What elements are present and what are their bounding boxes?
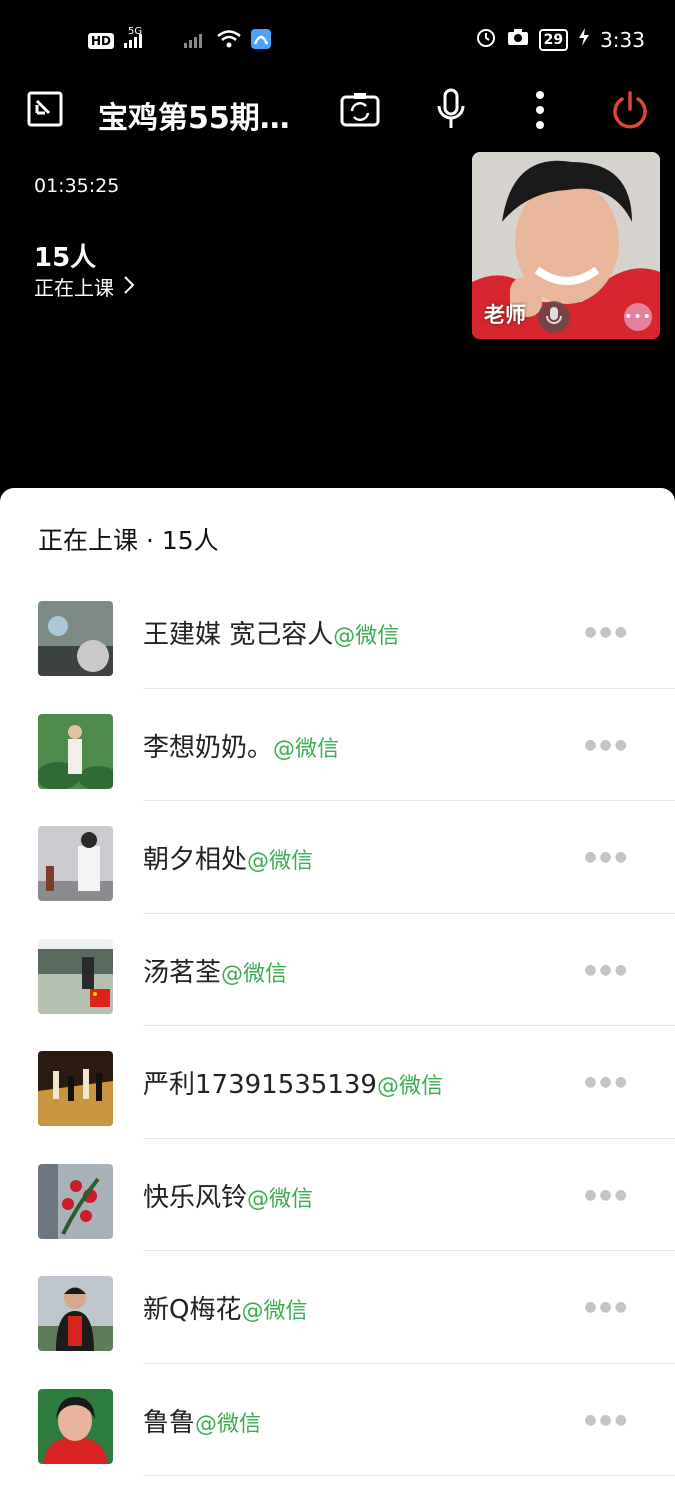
signal-2-icon	[182, 29, 208, 53]
more-horizontal-icon[interactable]: ●●●	[584, 1299, 630, 1315]
wechat-tag: @微信	[247, 849, 314, 874]
power-icon[interactable]	[610, 90, 650, 130]
participant-name: 鲁鲁@微信	[143, 1407, 262, 1438]
participant-sheet: 正在上课 · 15人 王建媒 宽己容人@微信 ●●● 李想奶奶。@微信 ●●● …	[0, 488, 675, 1500]
participant-name: 王建媒 宽己容人@微信	[143, 620, 400, 650]
wechat-tag: @微信	[247, 1186, 314, 1212]
charging-icon	[578, 27, 590, 52]
participant-row[interactable]: 王建媒 宽己容人@微信 ●●●	[0, 576, 675, 689]
teacher-more-icon[interactable]: •••	[624, 303, 652, 331]
participant-name: 快乐风铃@微信	[143, 1182, 314, 1213]
meeting-title: 宝鸡第55期…	[98, 101, 290, 136]
participant-row[interactable]: 严利17391535139@微信 ●●●	[0, 1026, 675, 1139]
more-horizontal-icon[interactable]: ●●●	[584, 1187, 630, 1203]
wechat-tag: @微信	[195, 1411, 262, 1437]
more-horizontal-icon[interactable]: ●●●	[584, 962, 630, 978]
status-bar: HD 5G 29 3:33	[0, 0, 675, 80]
alarm-icon	[475, 26, 497, 53]
status-right: 29 3:33	[475, 26, 645, 53]
sheet-title: 正在上课 · 15人	[38, 526, 219, 555]
signal-label: 5G	[128, 25, 143, 37]
participant-name: 朝夕相处@微信	[143, 845, 314, 875]
participant-row[interactable]: 新Q梅花@微信 ●●●	[0, 1251, 675, 1364]
participant-name: 汤茗荃@微信	[143, 957, 288, 988]
wechat-tag: @微信	[221, 961, 288, 987]
participant-row[interactable]: 鲁鲁@微信 ●●●	[0, 1364, 675, 1476]
wechat-tag: @微信	[241, 1299, 308, 1324]
camera-status-icon	[507, 27, 529, 52]
battery-indicator: 29	[538, 28, 569, 51]
more-horizontal-icon[interactable]: ●●●	[584, 849, 630, 865]
wifi-icon	[216, 29, 242, 53]
participant-row[interactable]: 李想奶奶。@微信 ●●●	[0, 689, 675, 801]
microphone-icon[interactable]	[436, 88, 466, 130]
avatar	[38, 1276, 113, 1351]
avatar	[38, 1051, 113, 1126]
more-horizontal-icon[interactable]: ●●●	[584, 737, 630, 753]
participant-name: 严利17391535139@微信	[143, 1070, 443, 1100]
status-left: HD 5G	[88, 25, 272, 54]
wechat-tag: @微信	[376, 1074, 443, 1099]
participant-row[interactable]: 朝夕相处@微信 ●●●	[0, 801, 675, 914]
divider	[143, 1475, 675, 1476]
teacher-video-tile[interactable]: 老师 •••	[472, 152, 660, 339]
app-notification-icon	[250, 28, 272, 54]
in-class-link[interactable]: 正在上课	[34, 272, 135, 301]
more-horizontal-icon[interactable]: ●●●	[584, 624, 630, 640]
participant-count: 15人	[34, 243, 97, 273]
avatar	[38, 713, 113, 789]
more-horizontal-icon[interactable]: ●●●	[584, 1412, 630, 1428]
participant-row[interactable]: 快乐风铃@微信 ●●●	[0, 1139, 675, 1251]
participant-list: 王建媒 宽己容人@微信 ●●● 李想奶奶。@微信 ●●● 朝夕相处@微信 ●●●	[0, 576, 675, 1476]
minimize-icon[interactable]	[26, 90, 64, 128]
participant-row[interactable]: 汤茗荃@微信 ●●●	[0, 914, 675, 1026]
avatar	[38, 1388, 113, 1464]
more-vertical-icon[interactable]	[530, 88, 550, 132]
avatar	[38, 601, 113, 676]
wechat-tag: @微信	[273, 736, 340, 762]
wechat-tag: @微信	[333, 624, 400, 649]
teacher-label: 老师	[484, 303, 526, 327]
avatar	[38, 1163, 113, 1239]
call-top-bar: 宝鸡第55期…	[0, 80, 675, 140]
call-timer: 01:35:25	[34, 175, 120, 197]
clock: 3:33	[600, 27, 645, 52]
participant-name: 李想奶奶。@微信	[143, 732, 340, 763]
avatar	[38, 938, 113, 1014]
participant-name: 新Q梅花@微信	[143, 1295, 308, 1325]
teacher-mic-icon	[538, 301, 570, 333]
more-horizontal-icon[interactable]: ●●●	[584, 1074, 630, 1090]
avatar	[38, 826, 113, 901]
camera-flip-icon[interactable]	[340, 90, 380, 128]
chevron-right-icon	[124, 275, 135, 299]
hd-badge: HD	[88, 33, 115, 49]
in-class-label: 正在上课	[34, 276, 114, 300]
